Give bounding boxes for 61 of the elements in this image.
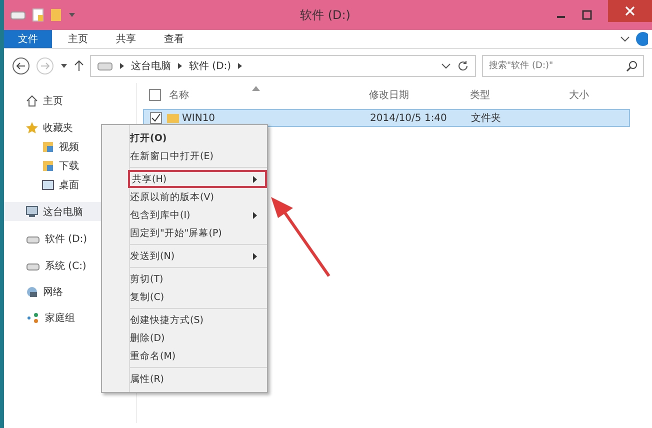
column-header[interactable]: 名称 xyxy=(169,88,189,102)
chevron-right-icon xyxy=(177,62,183,70)
chevron-right-icon xyxy=(237,62,244,70)
checkbox[interactable] xyxy=(150,112,162,124)
menu-item[interactable]: 复制(C) xyxy=(128,288,267,306)
ribbon-tab[interactable]: 主页 xyxy=(56,30,100,48)
drive-icon xyxy=(97,61,113,71)
checkbox[interactable] xyxy=(149,89,161,101)
homegroup-icon xyxy=(26,312,40,324)
column-header[interactable]: 修改日期 xyxy=(369,88,409,102)
menu-item[interactable]: 固定到"开始"屏幕(P) xyxy=(128,224,267,242)
table-cell: 2014/10/5 1:40 xyxy=(370,112,447,124)
ribbon-tab[interactable]: 共享 xyxy=(104,30,148,48)
computer-icon xyxy=(26,206,38,218)
close-button[interactable] xyxy=(608,0,652,22)
breadcrumb[interactable]: 这台电脑 xyxy=(131,59,171,73)
help-icon[interactable] xyxy=(634,32,648,46)
address-bar[interactable]: 这台电脑 软件 (D:) xyxy=(90,55,476,77)
star-icon xyxy=(26,122,38,134)
properties-icon[interactable] xyxy=(32,8,44,22)
file-row[interactable]: WIN10 2014/10/5 1:40 文件夹 xyxy=(143,109,630,127)
menu-item[interactable]: 剪切(T) xyxy=(128,270,267,288)
menu-item[interactable]: 在新窗口中打开(E) xyxy=(128,147,267,165)
menu-item[interactable]: 发送到(N) xyxy=(128,247,267,265)
menu-item[interactable]: 属性(R) xyxy=(128,370,267,388)
menu-item[interactable]: 创建快捷方式(S) xyxy=(128,311,267,329)
menu-item[interactable]: 重命名(M) xyxy=(128,347,267,365)
window-title: 软件 (D:) xyxy=(300,6,352,24)
refresh-icon[interactable] xyxy=(457,60,469,72)
chevron-down-icon[interactable] xyxy=(441,62,451,70)
breadcrumb[interactable]: 软件 (D:) xyxy=(189,59,232,73)
table-cell: WIN10 xyxy=(182,112,216,124)
desktop-icon xyxy=(42,178,54,190)
submenu-arrow-icon xyxy=(253,212,257,218)
menu-item[interactable]: 打开(O) xyxy=(128,129,267,147)
column-header[interactable]: 大小 xyxy=(569,88,589,102)
folder-icon xyxy=(166,112,180,124)
sort-caret-icon xyxy=(252,86,260,91)
ribbon-tab[interactable]: 查看 xyxy=(152,30,196,48)
network-icon xyxy=(26,286,38,298)
back-icon[interactable] xyxy=(12,57,30,75)
maximize-icon[interactable] xyxy=(582,10,592,20)
search-field[interactable]: 搜索"软件 (D:)" xyxy=(482,55,644,77)
folder-icon xyxy=(42,160,54,172)
search-icon[interactable] xyxy=(626,60,638,72)
caret-icon[interactable] xyxy=(60,62,68,70)
home-icon xyxy=(26,94,38,106)
chevron-down-icon[interactable] xyxy=(620,35,630,43)
column-header[interactable]: 类型 xyxy=(470,88,490,102)
chevron-right-icon xyxy=(119,62,125,70)
drive-icon[interactable] xyxy=(10,10,26,20)
folder-icon xyxy=(42,140,54,152)
up-arrow-icon[interactable] xyxy=(74,60,84,72)
table-cell-text: 文件夹 xyxy=(471,112,501,125)
sidebar-item[interactable]: 主页 xyxy=(4,91,136,110)
menu-item[interactable]: 删除(D) xyxy=(128,329,267,347)
close-icon xyxy=(625,6,635,16)
submenu-arrow-icon xyxy=(253,176,257,182)
ribbon-tab[interactable]: 文件 xyxy=(4,30,52,48)
submenu-arrow-icon xyxy=(253,252,257,260)
menu-item[interactable]: 共享(H) xyxy=(128,170,267,188)
